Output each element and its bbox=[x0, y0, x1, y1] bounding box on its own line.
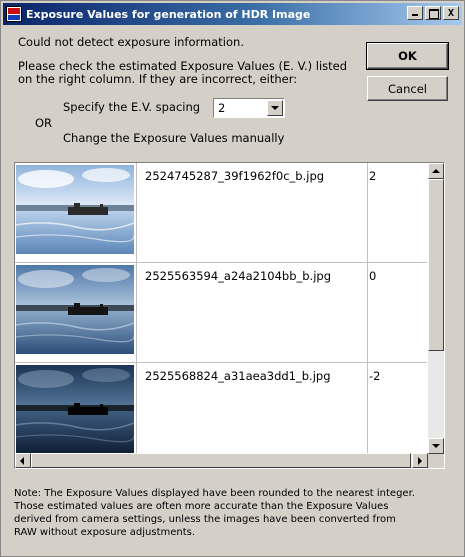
note-text: Note: The Exposure Values displayed have… bbox=[14, 487, 454, 539]
detect-error-message: Could not detect exposure information. bbox=[18, 35, 244, 49]
exposure-value[interactable]: 2 bbox=[369, 169, 376, 183]
scroll-left-icon[interactable] bbox=[15, 453, 31, 468]
minimize-button[interactable] bbox=[407, 6, 423, 20]
app-icon bbox=[6, 6, 22, 22]
vertical-scrollbar[interactable] bbox=[428, 163, 444, 454]
title-bar[interactable]: Exposure Values for generation of HDR Im… bbox=[3, 3, 462, 25]
note-line: Note: The Exposure Values displayed have… bbox=[14, 488, 415, 499]
scroll-up-icon[interactable] bbox=[428, 163, 444, 179]
list-item[interactable]: 2525563594_a24a2104bb_b.jpg 0 bbox=[15, 263, 427, 363]
exposure-value[interactable]: -2 bbox=[369, 369, 380, 383]
ev-spacing-select[interactable]: 2 bbox=[213, 98, 285, 118]
exposure-value[interactable]: 0 bbox=[369, 269, 376, 283]
note-line: Those estimated values are often more ac… bbox=[14, 501, 389, 512]
note-line: derived from camera settings, unless the… bbox=[14, 514, 396, 525]
close-icon: X bbox=[447, 7, 455, 19]
horizontal-scrollbar[interactable] bbox=[15, 453, 428, 468]
image-thumbnail bbox=[16, 365, 134, 454]
image-thumbnail bbox=[16, 165, 134, 254]
image-list[interactable]: 2524745287_39f1962f0c_b.jpg 2 2525563594… bbox=[14, 162, 445, 469]
scrollbar-corner bbox=[428, 454, 444, 468]
image-thumbnail bbox=[16, 265, 134, 354]
image-filename: 2525568824_a31aea3dd1_b.jpg bbox=[145, 369, 331, 383]
window-controls: X bbox=[405, 6, 459, 20]
close-button[interactable]: X bbox=[443, 6, 459, 20]
hdr-exposure-dialog: Exposure Values for generation of HDR Im… bbox=[0, 0, 465, 557]
spacing-label: Specify the E.V. spacing bbox=[63, 100, 201, 114]
window-title: Exposure Values for generation of HDR Im… bbox=[26, 7, 311, 21]
image-filename: 2525563594_a24a2104bb_b.jpg bbox=[145, 269, 332, 283]
instructions-line-1: Please check the estimated Exposure Valu… bbox=[18, 59, 348, 73]
scroll-down-icon[interactable] bbox=[428, 438, 444, 454]
vertical-scroll-thumb[interactable] bbox=[428, 179, 444, 351]
chevron-down-icon[interactable] bbox=[267, 100, 283, 116]
maximize-button[interactable] bbox=[425, 6, 441, 20]
note-line: RAW without exposure adjustments. bbox=[14, 527, 196, 538]
horizontal-scroll-thumb[interactable] bbox=[31, 453, 411, 468]
image-filename: 2524745287_39f1962f0c_b.jpg bbox=[145, 169, 325, 183]
instructions-line-2: on the right column. If they are incorre… bbox=[18, 72, 298, 86]
manual-change-label: Change the Exposure Values manually bbox=[63, 131, 285, 145]
ok-button[interactable]: OK bbox=[366, 42, 449, 70]
or-label: OR bbox=[35, 116, 53, 130]
list-item[interactable]: 2525568824_a31aea3dd1_b.jpg -2 bbox=[15, 363, 427, 463]
cancel-button[interactable]: Cancel bbox=[367, 76, 448, 101]
scroll-right-icon[interactable] bbox=[412, 453, 428, 468]
list-item[interactable]: 2524745287_39f1962f0c_b.jpg 2 bbox=[15, 163, 427, 263]
ev-spacing-value: 2 bbox=[218, 101, 226, 115]
